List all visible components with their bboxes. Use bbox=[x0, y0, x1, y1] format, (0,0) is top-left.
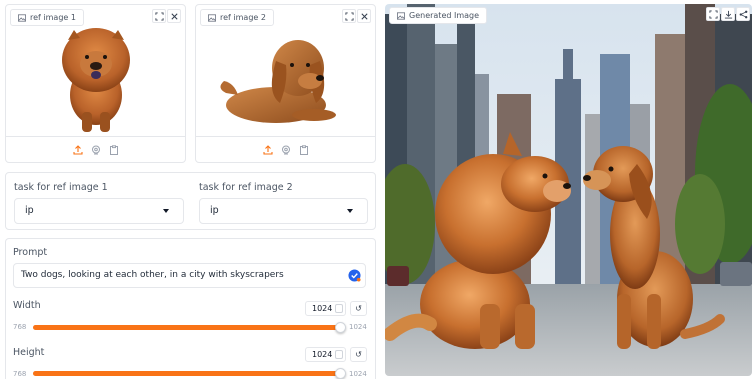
chevron-down-icon bbox=[163, 209, 169, 213]
webcam-icon[interactable] bbox=[90, 144, 102, 156]
ref-image-1 bbox=[6, 23, 185, 132]
generated-image-tag: Generated Image bbox=[389, 7, 488, 24]
task-2-value: ip bbox=[210, 205, 219, 216]
download-icon[interactable] bbox=[721, 7, 735, 21]
image-icon bbox=[208, 13, 216, 22]
width-slider-thumb[interactable] bbox=[335, 322, 346, 333]
dachshund-image bbox=[219, 39, 336, 123]
chow-dog-image bbox=[61, 28, 130, 132]
clipboard-icon[interactable] bbox=[298, 144, 310, 156]
upload-icon[interactable] bbox=[72, 144, 84, 156]
reset-icon: ↺ bbox=[355, 304, 362, 313]
check-icon bbox=[348, 269, 361, 282]
generated-image-label: Generated Image bbox=[409, 11, 480, 20]
chevron-down-icon bbox=[347, 209, 353, 213]
generated-image bbox=[385, 4, 752, 376]
generated-image-panel: Generated Image bbox=[385, 4, 752, 376]
ref-image-2 bbox=[196, 23, 375, 132]
task-1-label: task for ref image 1 bbox=[14, 182, 108, 193]
height-input[interactable]: 1024 bbox=[305, 347, 346, 362]
height-label: Height bbox=[13, 347, 45, 358]
height-value: 1024 bbox=[312, 350, 333, 359]
prompt-label: Prompt bbox=[13, 247, 48, 258]
height-slider[interactable] bbox=[33, 368, 346, 379]
width-max: 1024 bbox=[349, 323, 367, 331]
prompt-input[interactable]: Two dogs, looking at each other, in a ci… bbox=[13, 263, 366, 288]
fullscreen-icon[interactable] bbox=[706, 7, 720, 21]
fullscreen-icon[interactable] bbox=[152, 9, 166, 23]
width-min: 768 bbox=[13, 323, 27, 331]
task-1-value: ip bbox=[25, 205, 34, 216]
height-min: 768 bbox=[13, 370, 27, 378]
upload-icon[interactable] bbox=[262, 144, 274, 156]
close-icon[interactable] bbox=[167, 9, 181, 23]
fullscreen-icon[interactable] bbox=[342, 9, 356, 23]
task-1-dropdown[interactable]: ip bbox=[14, 198, 184, 224]
height-slider-thumb[interactable] bbox=[335, 368, 346, 379]
height-spinner[interactable] bbox=[335, 350, 343, 359]
ref-image-1-panel[interactable]: ref image 1 bbox=[5, 4, 186, 163]
task-panel: task for ref image 1 ip task for ref ima… bbox=[5, 172, 376, 230]
reset-icon: ↺ bbox=[355, 350, 362, 359]
width-slider[interactable] bbox=[33, 322, 346, 333]
width-slider-fill bbox=[33, 325, 341, 330]
image-icon bbox=[397, 11, 405, 20]
ref-image-2-panel[interactable]: ref image 2 bbox=[195, 4, 376, 163]
width-reset-button[interactable]: ↺ bbox=[350, 301, 367, 316]
width-value: 1024 bbox=[312, 304, 333, 313]
height-reset-button[interactable]: ↺ bbox=[350, 347, 367, 362]
task-2-dropdown[interactable]: ip bbox=[199, 198, 368, 224]
share-icon[interactable] bbox=[736, 7, 750, 21]
width-label: Width bbox=[13, 300, 41, 311]
prompt-value: Two dogs, looking at each other, in a ci… bbox=[21, 270, 284, 280]
height-max: 1024 bbox=[349, 370, 367, 378]
width-input[interactable]: 1024 bbox=[305, 301, 346, 316]
height-slider-fill bbox=[33, 371, 341, 376]
task-2-label: task for ref image 2 bbox=[199, 182, 293, 193]
clipboard-icon[interactable] bbox=[108, 144, 120, 156]
image-icon bbox=[18, 13, 26, 22]
webcam-icon[interactable] bbox=[280, 144, 292, 156]
width-spinner[interactable] bbox=[335, 304, 343, 313]
close-icon[interactable] bbox=[357, 9, 371, 23]
